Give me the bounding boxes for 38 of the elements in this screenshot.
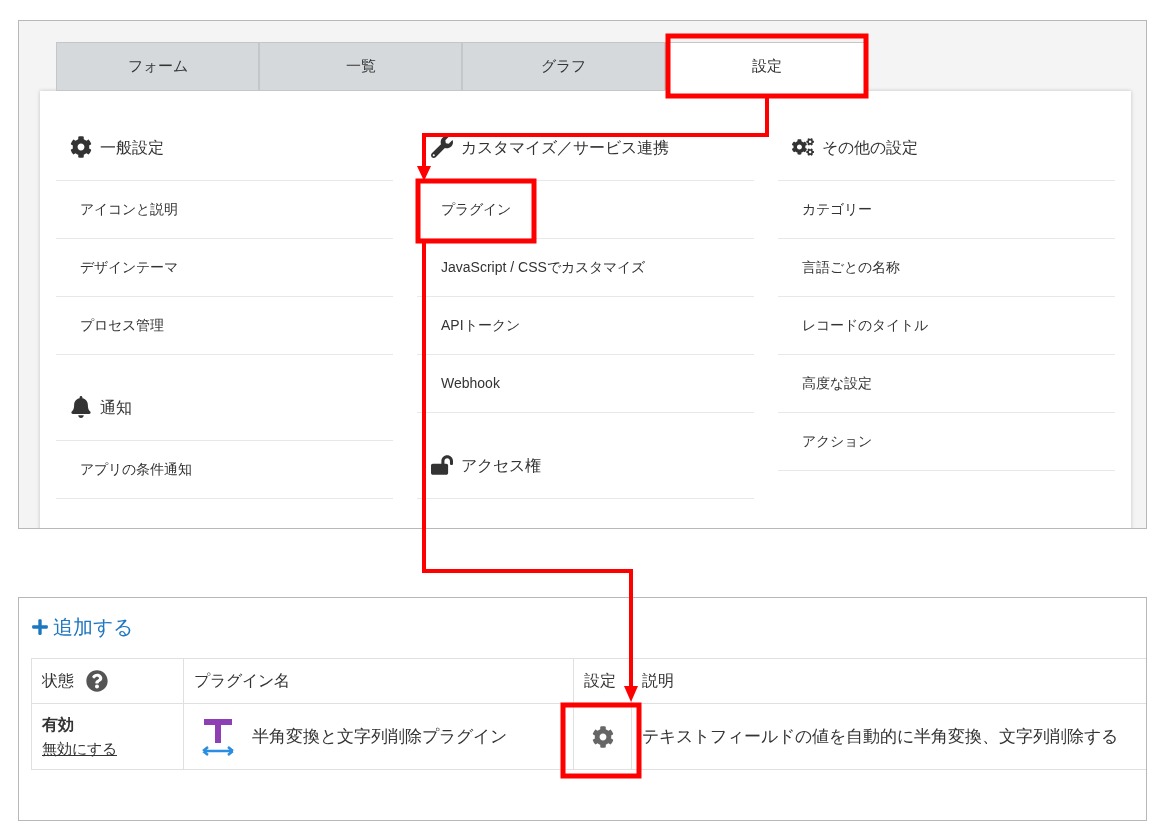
settings-link[interactable]: アクション — [802, 431, 872, 452]
settings-link[interactable]: 高度な設定 — [802, 373, 872, 394]
column-header: プラグイン名 — [183, 658, 574, 704]
settings-link[interactable]: アプリの条件通知 — [80, 459, 192, 480]
settings-link[interactable]: レコードのタイトル — [802, 315, 928, 336]
wrench-icon — [431, 136, 453, 158]
status-text: 有効 — [42, 714, 75, 735]
section-heading: アクセス権 — [461, 456, 541, 476]
settings-link[interactable]: Webhook — [441, 373, 500, 394]
column-title: 状態 — [42, 671, 74, 691]
settings-link[interactable]: プロセス管理 — [80, 315, 164, 336]
gears-icon — [792, 136, 814, 158]
settings-icon[interactable] — [591, 726, 614, 749]
section-heading: 一般設定 — [100, 138, 164, 158]
gear-icon — [70, 136, 92, 158]
section-heading: その他の設定 — [822, 138, 918, 158]
settings-link[interactable]: プラグイン — [441, 199, 511, 220]
tab[interactable]: 一覧 — [259, 42, 462, 91]
tab[interactable]: グラフ — [462, 42, 665, 91]
column-header: 説明 — [631, 658, 1146, 704]
settings-link[interactable]: アイコンと説明 — [80, 199, 178, 220]
plugin-logo-icon — [200, 716, 236, 757]
settings-link[interactable]: JavaScript / CSSでカスタマイズ — [441, 257, 645, 278]
padlock-icon — [431, 454, 453, 476]
settings-link[interactable]: APIトークン — [441, 315, 520, 336]
disable-link[interactable]: 無効にする — [42, 739, 117, 757]
settings-link[interactable]: デザインテーマ — [80, 257, 178, 278]
section-heading: カスタマイズ／サービス連携 — [461, 138, 669, 158]
settings-link[interactable]: カテゴリー — [802, 199, 872, 220]
add-button[interactable]: 追加する — [31, 612, 133, 642]
plus-icon — [31, 618, 49, 636]
bell-icon — [70, 396, 92, 418]
tab[interactable]: フォーム — [56, 42, 259, 91]
section-heading: 通知 — [100, 398, 132, 418]
plugin-name: 半角変換と文字列削除プラグイン — [252, 725, 507, 748]
help-icon[interactable] — [86, 670, 108, 692]
plugin-description: テキストフィールドの値を自動的に半角変換、文字列削除する — [642, 726, 1118, 746]
settings-link[interactable]: 言語ごとの名称 — [802, 257, 900, 278]
